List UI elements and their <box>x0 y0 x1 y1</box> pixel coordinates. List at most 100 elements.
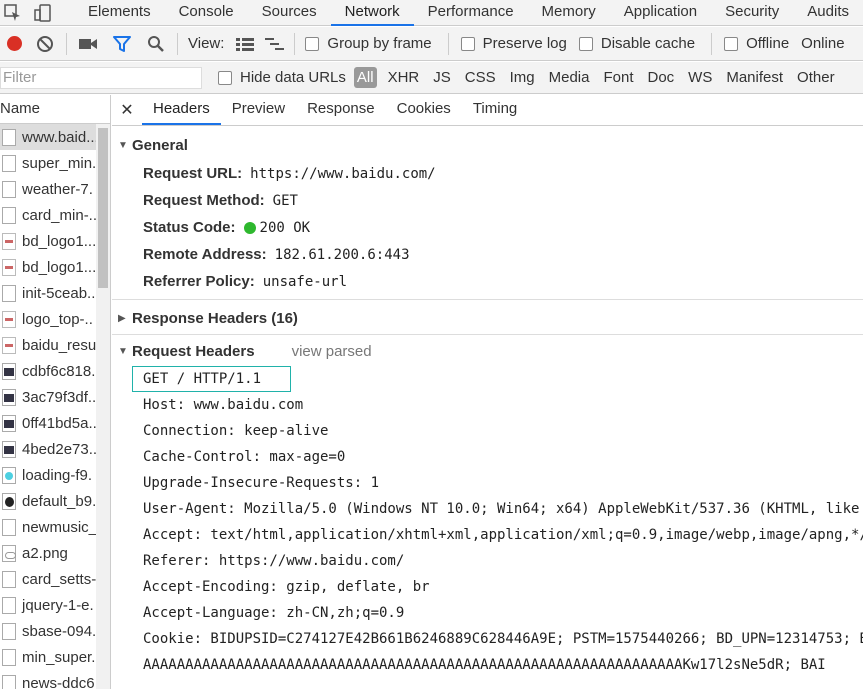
filter-type-img[interactable]: Img <box>503 69 542 86</box>
record-button[interactable] <box>0 29 28 59</box>
triangle-down-icon: ▼ <box>118 345 128 357</box>
request-name: default_b9. <box>22 492 96 510</box>
request-name: weather-7. <box>22 180 93 198</box>
tab-console[interactable]: Console <box>165 0 248 26</box>
toolbar-separator <box>177 32 178 55</box>
request-row[interactable]: bd_logo1... <box>0 254 96 280</box>
request-row[interactable]: super_min. <box>0 150 96 176</box>
tab-timing[interactable]: Timing <box>462 95 528 125</box>
request-row[interactable]: logo_top-.. <box>0 306 96 332</box>
request-name: card_min-.. <box>22 206 96 224</box>
request-headers-section-header[interactable]: ▼ Request Headers view parsed <box>112 336 863 366</box>
tab-elements[interactable]: Elements <box>74 0 165 26</box>
remote-address-key: Remote Address: <box>143 246 267 263</box>
request-row[interactable]: news-ddc6 <box>0 670 96 689</box>
request-name-list: Name www.baid... super_min. weather-7. card… <box>0 95 111 689</box>
request-row[interactable]: 0ff41bd5a.. <box>0 410 96 436</box>
request-header-line: Referer: https://www.baidu.com/ <box>143 553 405 569</box>
filter-type-ws[interactable]: WS <box>681 69 719 86</box>
request-row[interactable]: min_super. <box>0 644 96 670</box>
group-by-frame-checkbox[interactable]: Group by frame <box>305 35 432 52</box>
throttling-select[interactable]: Online <box>801 35 844 52</box>
video-camera-icon <box>79 38 97 49</box>
tab-application[interactable]: Application <box>610 0 711 26</box>
offline-checkbox[interactable]: Offline <box>724 35 789 52</box>
search-button[interactable] <box>139 29 173 59</box>
disable-cache-label: Disable cache <box>600 35 696 52</box>
referrer-policy-row: Referrer Policy: unsafe-url <box>112 268 863 295</box>
inspect-element-icon[interactable] <box>4 2 22 24</box>
request-row[interactable]: sbase-094. <box>0 618 96 644</box>
filter-toggle-button[interactable] <box>105 29 139 59</box>
checkbox-box <box>218 70 232 85</box>
request-detail-panel: ✕ Headers Preview Response Cookies Timin… <box>112 95 863 689</box>
close-icon[interactable]: ✕ <box>112 95 142 125</box>
file-doc-icon <box>2 648 16 666</box>
request-row[interactable]: loading-f9. <box>0 462 96 488</box>
tab-cookies[interactable]: Cookies <box>386 95 462 125</box>
request-url-key: Request URL: <box>143 165 243 182</box>
name-column-header[interactable]: Name <box>0 95 110 124</box>
request-name: init-5ceab.. <box>22 284 96 302</box>
checkbox-box <box>460 36 475 51</box>
toolbar-separator <box>447 32 449 55</box>
file-dark-icon <box>2 440 16 458</box>
request-row[interactable]: default_b9. <box>0 488 96 514</box>
filter-type-css[interactable]: CSS <box>458 69 503 86</box>
request-row[interactable]: baidu_resu <box>0 332 96 358</box>
general-section-header[interactable]: ▼ General <box>112 130 863 160</box>
tab-preview[interactable]: Preview <box>221 95 296 125</box>
filter-type-manifest[interactable]: Manifest <box>719 69 790 86</box>
request-row[interactable]: card_min-.. <box>0 202 96 228</box>
filter-type-doc[interactable]: Doc <box>640 69 681 86</box>
filter-type-js[interactable]: JS <box>426 69 458 86</box>
device-toolbar-icon[interactable] <box>34 2 52 24</box>
general-title: General <box>132 136 188 154</box>
tab-security[interactable]: Security <box>711 0 793 26</box>
request-row[interactable]: card_setts- <box>0 566 96 592</box>
tab-memory[interactable]: Memory <box>528 0 610 26</box>
request-row[interactable]: jquery-1-e. <box>0 592 96 618</box>
file-doc-icon <box>2 622 16 640</box>
request-row[interactable]: init-5ceab.. <box>0 280 96 306</box>
request-row[interactable]: www.baid... <box>0 124 96 150</box>
hide-data-urls-label: Hide data URLs <box>240 69 346 86</box>
request-header-line: Host: www.baidu.com <box>143 397 304 413</box>
referrer-policy-key: Referrer Policy: <box>143 273 255 290</box>
clear-button[interactable] <box>28 29 62 59</box>
preserve-log-checkbox[interactable]: Preserve log <box>460 35 567 52</box>
request-name: www.baid... <box>22 128 96 146</box>
request-row[interactable]: 3ac79f3df.. <box>0 384 96 410</box>
screenshot-button[interactable] <box>71 29 105 59</box>
request-row[interactable]: cdbf6c818. <box>0 358 96 384</box>
filter-type-other[interactable]: Other <box>790 69 842 86</box>
request-row[interactable]: a2.png <box>0 540 96 566</box>
tab-performance[interactable]: Performance <box>414 0 528 26</box>
large-rows-button[interactable] <box>230 29 260 59</box>
tab-response[interactable]: Response <box>296 95 386 125</box>
response-headers-section-header[interactable]: ▶ Response Headers (16) <box>112 303 863 333</box>
hide-data-urls-checkbox[interactable]: Hide data URLs <box>218 69 346 86</box>
overview-button[interactable] <box>260 29 290 59</box>
tab-sources[interactable]: Sources <box>248 0 331 26</box>
filter-input[interactable]: Filter <box>0 66 202 89</box>
file-doc-icon <box>2 128 16 146</box>
request-row[interactable]: newmusic_ <box>0 514 96 540</box>
request-row[interactable]: 4bed2e73.. <box>0 436 96 462</box>
filter-type-font[interactable]: Font <box>596 69 640 86</box>
request-row[interactable]: weather-7. <box>0 176 96 202</box>
filter-type-xhr[interactable]: XHR <box>381 69 427 86</box>
filter-type-all[interactable]: All <box>353 67 377 88</box>
view-parsed-link[interactable]: view parsed <box>292 343 372 360</box>
scrollbar-thumb[interactable] <box>98 128 108 288</box>
tab-audits[interactable]: Audits <box>793 0 863 26</box>
request-header-line: Accept-Encoding: gzip, deflate, br <box>143 579 430 595</box>
tab-network[interactable]: Network <box>330 0 414 26</box>
filter-type-media[interactable]: Media <box>542 69 597 86</box>
name-list-scrollbar[interactable] <box>96 124 110 689</box>
tab-headers[interactable]: Headers <box>142 95 221 125</box>
status-code-value: 200 OK <box>259 219 311 236</box>
request-header-line: Accept: text/html,application/xhtml+xml,… <box>143 527 863 543</box>
disable-cache-checkbox[interactable]: Disable cache <box>578 35 696 52</box>
request-row[interactable]: bd_logo1... <box>0 228 96 254</box>
